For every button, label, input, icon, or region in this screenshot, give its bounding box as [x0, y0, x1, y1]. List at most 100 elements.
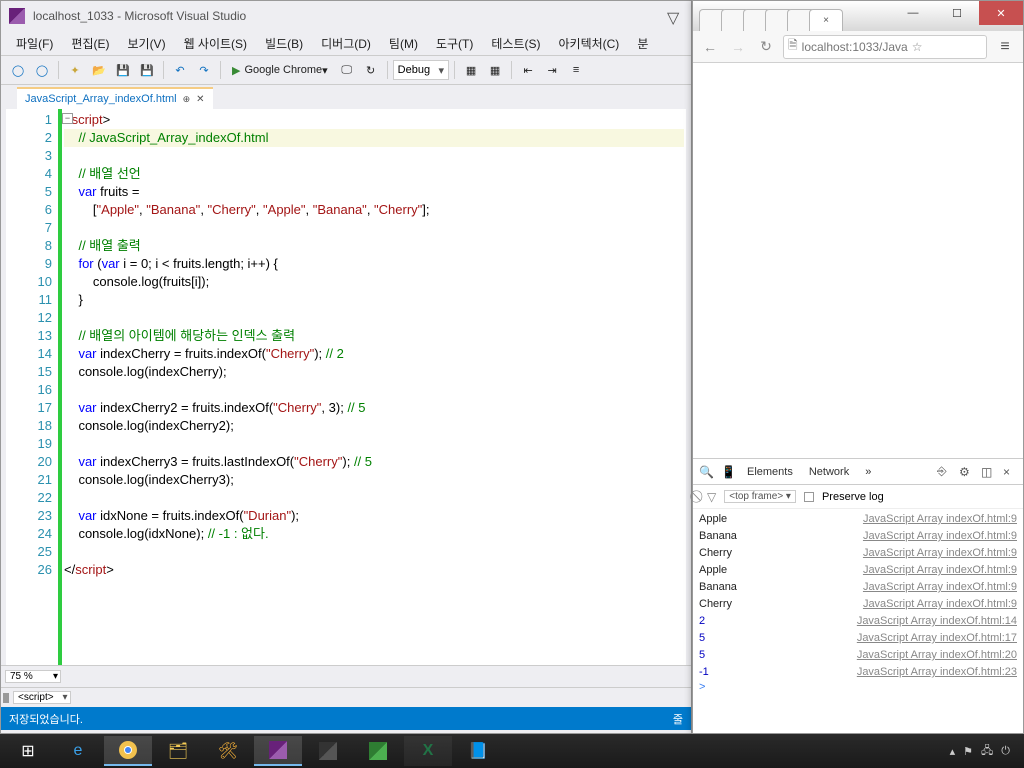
toolbox2-icon[interactable]: ▦: [484, 59, 506, 81]
task-explorer-icon[interactable]: 🗂: [154, 736, 202, 766]
visual-studio-window: localhost_1033 - Microsoft Visual Studio…: [0, 0, 692, 734]
save-icon[interactable]: 💾: [112, 59, 134, 81]
menu-item[interactable]: 팀(M): [380, 32, 427, 55]
nav-fwd-button[interactable]: ◯: [31, 59, 53, 81]
vs-titlebar[interactable]: localhost_1033 - Microsoft Visual Studio…: [1, 1, 691, 31]
console-toggle-icon[interactable]: ⎆: [937, 464, 951, 479]
task-vs2-icon[interactable]: [304, 736, 352, 766]
console-row[interactable]: AppleJavaScript Array indexOf.html:9: [699, 562, 1017, 579]
context-selector[interactable]: <top frame> ▾: [724, 490, 796, 503]
address-bar[interactable]: 🗎localhost:1033/Java☆: [783, 35, 987, 59]
vs-statusbar: 저장되었습니다. 줄: [1, 707, 691, 730]
menu-item[interactable]: 도구(T): [427, 32, 482, 55]
menu-item[interactable]: 편집(E): [62, 32, 118, 55]
console-row[interactable]: CherryJavaScript Array indexOf.html:9: [699, 545, 1017, 562]
save-all-icon[interactable]: 💾: [136, 59, 158, 81]
toolbox1-icon[interactable]: ▦: [460, 59, 482, 81]
menu-item[interactable]: 보기(V): [118, 32, 174, 55]
menu-item[interactable]: 테스트(S): [482, 32, 549, 55]
settings-icon[interactable]: ⚙: [959, 465, 973, 479]
window-close-button[interactable]: ✕: [979, 1, 1023, 25]
vs-menubar: 파일(F)편집(E)보기(V)웹 사이트(S)빌드(B)디버그(D)팀(M)도구…: [1, 31, 691, 55]
task-chrome-icon[interactable]: [104, 736, 152, 766]
chrome-tab-active[interactable]: ×: [809, 9, 843, 31]
console-log[interactable]: AppleJavaScript Array indexOf.html:9Bana…: [693, 509, 1023, 733]
vs-tabstrip: JavaScript_Array_indexOf.html ⊕ ✕: [1, 85, 691, 109]
tray-up-icon[interactable]: ▴: [950, 745, 956, 758]
tray-power-icon[interactable]: ⏻: [1001, 745, 1010, 758]
zoom-combo[interactable]: 75 %: [5, 670, 61, 683]
close-tab-icon[interactable]: ✕: [196, 94, 204, 105]
filter-icon[interactable]: ▽: [707, 490, 716, 504]
console-row[interactable]: 2JavaScript Array indexOf.html:14: [699, 613, 1017, 630]
console-row[interactable]: 5JavaScript Array indexOf.html:17: [699, 630, 1017, 647]
menu-item[interactable]: 분: [628, 32, 657, 55]
fold-icon[interactable]: −: [62, 113, 73, 124]
code-editor[interactable]: 1234567891011121314151617181920212223242…: [1, 109, 691, 665]
editor-footer: 75 %: [1, 665, 691, 687]
new-file-icon[interactable]: ✦: [64, 59, 86, 81]
task-vs-icon[interactable]: [254, 736, 302, 766]
pin-icon[interactable]: ⊕: [183, 94, 191, 105]
nav-back-button[interactable]: ◯: [7, 59, 29, 81]
start-button[interactable]: ⊞: [4, 736, 52, 766]
browser-select-icon[interactable]: 🖵: [336, 59, 358, 81]
windows-taskbar: ⊞ e 🗂 🛠 X 📘 ▴ ⚑ 🖧 ⏻: [0, 734, 1024, 768]
run-button[interactable]: ▶Google Chrome ▾: [226, 62, 334, 79]
menu-item[interactable]: 디버그(D): [312, 32, 380, 55]
task-notepad-icon[interactable]: 📘: [454, 736, 502, 766]
comment-icon[interactable]: ≡: [565, 59, 587, 81]
outdent-icon[interactable]: ⇤: [517, 59, 539, 81]
console-row[interactable]: CherryJavaScript Array indexOf.html:9: [699, 596, 1017, 613]
back-button[interactable]: ←: [699, 36, 721, 58]
page-viewport[interactable]: [693, 63, 1023, 458]
menu-item[interactable]: 파일(F): [7, 32, 62, 55]
refresh-icon[interactable]: ↻: [360, 59, 382, 81]
console-row[interactable]: AppleJavaScript Array indexOf.html:9: [699, 511, 1017, 528]
console-row[interactable]: BananaJavaScript Array indexOf.html:9: [699, 579, 1017, 596]
indent-icon[interactable]: ⇥: [541, 59, 563, 81]
device-icon[interactable]: 📱: [721, 465, 735, 479]
tray-flag-icon[interactable]: ⚑: [963, 745, 973, 758]
close-icon[interactable]: ×: [823, 15, 829, 26]
path-breadcrumb[interactable]: <script>: [13, 691, 71, 704]
line-gutter: 1234567891011121314151617181920212223242…: [6, 109, 58, 665]
code-area[interactable]: <script> // JavaScript_Array_indexOf.htm…: [62, 109, 686, 665]
chrome-tabstrip[interactable]: × — ☐ ✕: [693, 1, 1023, 31]
redo-button[interactable]: ↷: [193, 59, 215, 81]
menu-item[interactable]: 아키텍처(C): [549, 32, 628, 55]
console-row[interactable]: 5JavaScript Array indexOf.html:20: [699, 647, 1017, 664]
editor-tab[interactable]: JavaScript_Array_indexOf.html ⊕ ✕: [17, 87, 213, 109]
tray-net-icon[interactable]: 🖧: [981, 742, 993, 761]
open-file-icon[interactable]: 📂: [88, 59, 110, 81]
inspect-icon[interactable]: 🔍: [699, 465, 713, 479]
devtools-tab-network[interactable]: Network: [805, 466, 853, 478]
undo-button[interactable]: ↶: [169, 59, 191, 81]
chrome-menu-button[interactable]: ≡: [993, 35, 1017, 59]
devtools-tab-elements[interactable]: Elements: [743, 466, 797, 478]
bookmark-star-icon[interactable]: ☆: [912, 40, 923, 54]
vs-notifications-icon[interactable]: ▽: [667, 8, 683, 24]
task-ie-icon[interactable]: e: [54, 736, 102, 766]
reload-button[interactable]: ↻: [755, 36, 777, 58]
vs-toolbar: ◯ ◯ ✦ 📂 💾 💾 ↶ ↷ ▶Google Chrome ▾ 🖵 ↻ Deb…: [1, 55, 691, 85]
console-row[interactable]: -1JavaScript Array indexOf.html:23: [699, 664, 1017, 681]
menu-item[interactable]: 웹 사이트(S): [175, 32, 257, 55]
devtools-tabs-more[interactable]: »: [861, 466, 875, 478]
menu-item[interactable]: 빌드(B): [256, 32, 312, 55]
console-row[interactable]: BananaJavaScript Array indexOf.html:9: [699, 528, 1017, 545]
task-excel-icon[interactable]: X: [404, 736, 452, 766]
console-prompt[interactable]: >: [699, 681, 1017, 693]
forward-button: →: [727, 36, 749, 58]
window-minimize-button[interactable]: —: [891, 1, 935, 25]
chrome-toolbar: ← → ↻ 🗎localhost:1033/Java☆ ≡: [693, 31, 1023, 63]
preserve-log-checkbox[interactable]: [804, 492, 814, 502]
window-maximize-button[interactable]: ☐: [935, 1, 979, 25]
task-vscode-icon[interactable]: [354, 736, 402, 766]
system-tray: ▴ ⚑ 🖧 ⏻: [950, 742, 1020, 761]
status-text: 저장되었습니다.: [9, 711, 83, 727]
dock-icon[interactable]: ◫: [981, 465, 995, 479]
task-tools-icon[interactable]: 🛠: [204, 736, 252, 766]
devtools-close-icon[interactable]: ×: [1003, 465, 1017, 479]
config-combo[interactable]: Debug: [393, 60, 449, 80]
